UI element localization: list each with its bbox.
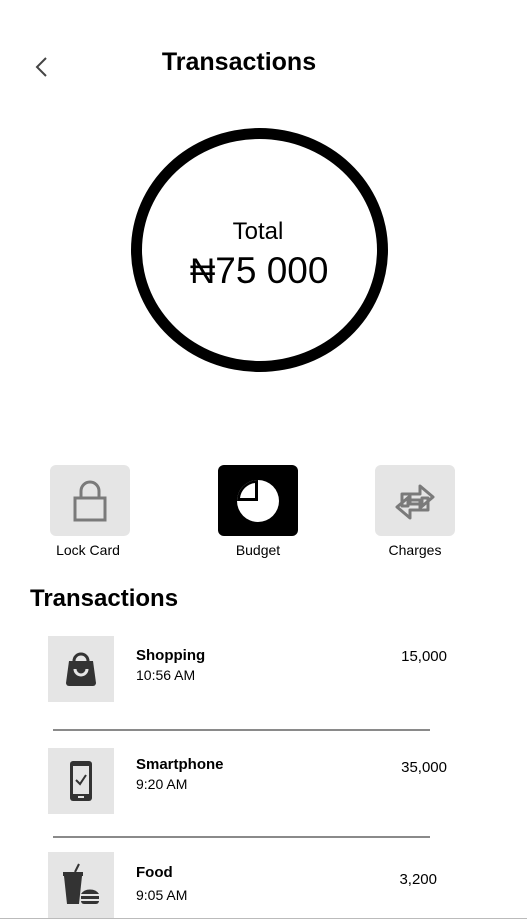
transaction-name: Food — [136, 864, 173, 881]
transaction-amount: 3,200 — [399, 871, 437, 888]
total-label: Total — [232, 218, 284, 245]
charges-button[interactable] — [375, 465, 455, 536]
transaction-time: 9:05 AM — [136, 887, 188, 903]
lock-card-label: Lock Card — [56, 542, 120, 558]
total-value: 75 000 — [215, 250, 329, 291]
lock-icon — [73, 480, 107, 521]
transaction-icon-tile — [48, 748, 114, 814]
transaction-row[interactable]: Shopping 10:56 AM 15,000 — [48, 636, 448, 706]
transaction-row[interactable]: Smartphone 9:20 AM 35,000 — [48, 748, 448, 818]
pie-chart-icon — [237, 479, 279, 522]
divider — [53, 836, 430, 838]
transaction-row[interactable]: Food 9:05 AM 3,200 — [48, 852, 448, 918]
transaction-amount: 15,000 — [401, 648, 447, 665]
transaction-time: 9:20 AM — [136, 776, 188, 792]
budget-label: Budget — [235, 542, 281, 558]
page-title: Transactions — [161, 48, 317, 76]
transaction-name: Smartphone — [136, 756, 224, 773]
bottom-edge-line — [0, 918, 527, 919]
transaction-icon-tile — [48, 852, 114, 918]
charges-label: Charges — [388, 542, 442, 558]
total-amount: ₦75 000 — [190, 250, 328, 292]
transaction-time: 10:56 AM — [136, 667, 196, 683]
currency-symbol: ₦ — [190, 252, 216, 291]
budget-button[interactable] — [218, 465, 298, 536]
shopping-bag-icon — [66, 652, 96, 686]
swap-arrows-icon — [395, 484, 435, 519]
divider — [53, 729, 430, 731]
lock-card-button[interactable] — [50, 465, 130, 536]
transactions-heading: Transactions — [30, 585, 179, 612]
transaction-amount: 35,000 — [401, 759, 447, 776]
food-icon — [63, 863, 99, 904]
transaction-icon-tile — [48, 636, 114, 702]
smartphone-icon — [70, 761, 92, 801]
transaction-name: Shopping — [136, 647, 206, 664]
